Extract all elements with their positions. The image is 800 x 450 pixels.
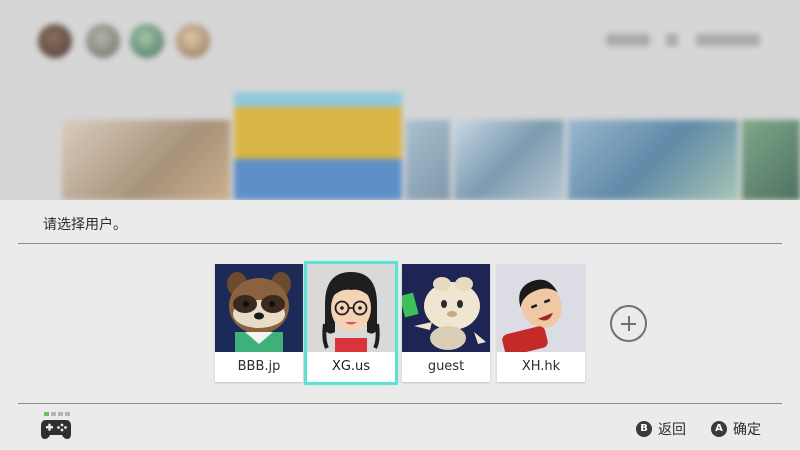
divider (18, 403, 782, 404)
user-select-panel: 请选择用户。 BBB.jp XG.us guest XH.hk B 返回 A 确… (0, 200, 800, 450)
bg-game-tile (62, 120, 230, 200)
user-name: BBB.jp (237, 359, 281, 374)
divider (18, 243, 782, 244)
controller-player-indicator (44, 412, 70, 416)
mii-girl-glasses-avatar (307, 264, 395, 352)
bg-user-icon (86, 24, 120, 58)
bg-game-tile (568, 120, 738, 200)
user-card-guest[interactable]: guest (402, 264, 490, 382)
bg-clock (606, 34, 650, 46)
bg-user-icon (176, 24, 210, 58)
confirm-label: 确定 (733, 422, 761, 438)
user-name: XH.hk (521, 359, 561, 374)
bg-game-tile (234, 92, 402, 200)
user-card-xg-us[interactable]: XG.us (304, 261, 398, 385)
home-screen-background (0, 0, 800, 200)
bg-game-tile (406, 120, 450, 200)
bg-wifi-icon (666, 34, 678, 46)
back-hint[interactable]: B 返回 (636, 419, 686, 439)
mii-boy-avatar (497, 264, 585, 352)
b-button-icon: B (636, 421, 652, 437)
user-card-bbb-jp[interactable]: BBB.jp (215, 264, 303, 382)
bg-battery (696, 34, 760, 46)
user-name: XG.us (331, 359, 371, 374)
bg-user-icon (38, 24, 72, 58)
user-card-xh-hk[interactable]: XH.hk (497, 264, 585, 382)
bg-game-tile (742, 120, 800, 200)
a-button-icon: A (711, 421, 727, 437)
add-user-button[interactable] (610, 305, 647, 342)
bg-game-tile (454, 120, 564, 200)
prompt-text: 请选择用户。 (43, 217, 127, 233)
user-name: guest (427, 359, 465, 374)
back-label: 返回 (658, 422, 686, 438)
bg-user-icon (130, 24, 164, 58)
controller-icon (41, 420, 71, 439)
chibi-creature-avatar (402, 264, 490, 352)
confirm-hint[interactable]: A 确定 (711, 419, 761, 439)
tanuki-avatar (215, 264, 303, 352)
